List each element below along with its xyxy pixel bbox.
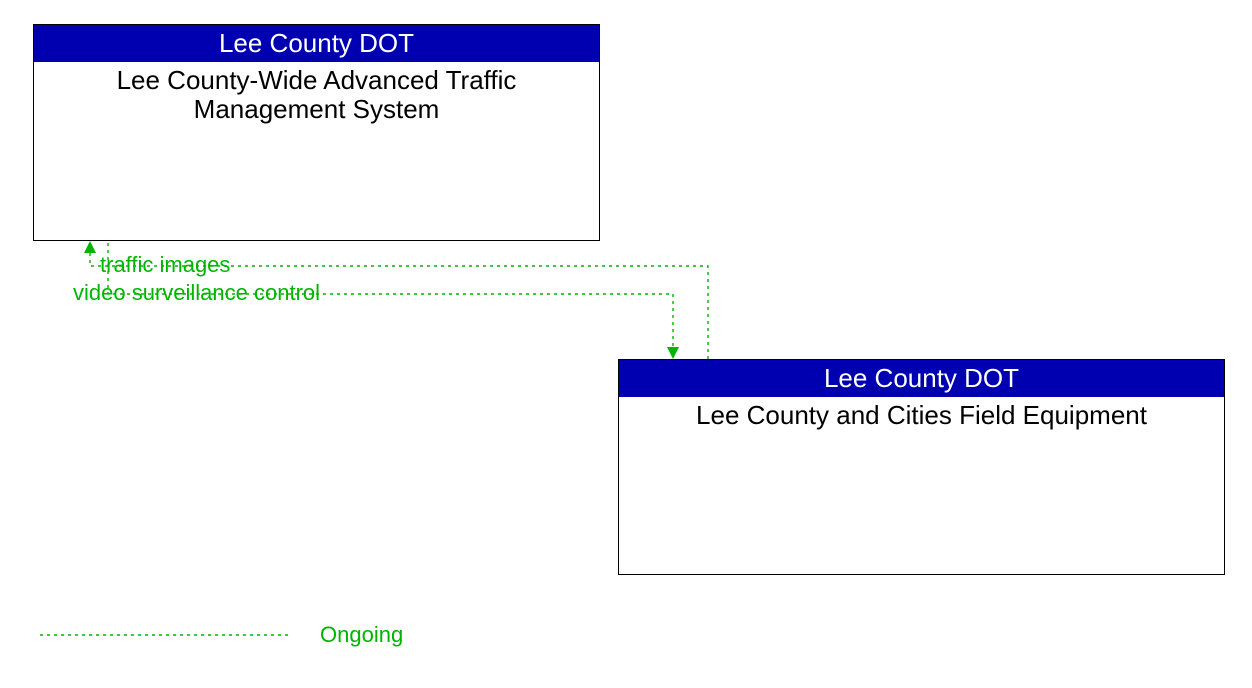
flow-label-traffic-images: traffic images: [100, 252, 230, 278]
node-field-body: Lee County and Cities Field Equipment: [619, 397, 1224, 431]
flow-label-video-surveillance-control: video surveillance control: [73, 280, 320, 306]
node-field-equipment: Lee County DOT Lee County and Cities Fie…: [618, 359, 1225, 575]
node-field-header: Lee County DOT: [619, 360, 1224, 397]
node-atms-body: Lee County-Wide Advanced Traffic Managem…: [34, 62, 599, 126]
legend-status-label: Ongoing: [320, 622, 403, 648]
node-atms: Lee County DOT Lee County-Wide Advanced …: [33, 24, 600, 241]
node-atms-header: Lee County DOT: [34, 25, 599, 62]
